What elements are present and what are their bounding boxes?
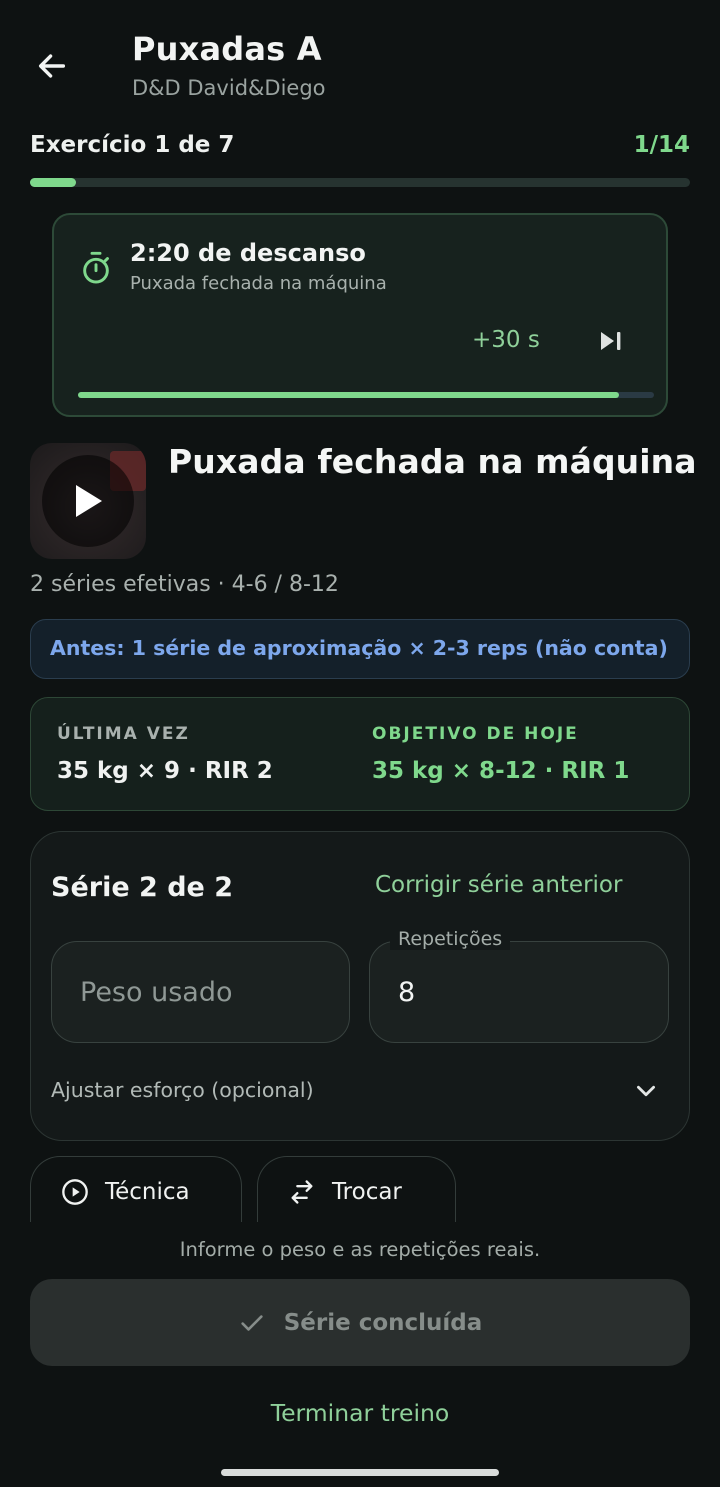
exercise-progress-label: Exercício 1 de 7 (30, 132, 235, 158)
today-goal-value: 35 kg × 8-12 · RIR 1 (372, 758, 630, 784)
rest-timer-card: 2:20 de descanso Puxada fechada na máqui… (52, 213, 668, 417)
rest-timer-progress-fill (78, 392, 620, 398)
reps-field-label: Repetições (390, 928, 511, 950)
set-done-label: Série concluída (283, 1309, 483, 1336)
fix-previous-set-button[interactable]: Corrigir série anterior (375, 872, 622, 898)
swap-horizontal-icon (291, 1179, 313, 1204)
play-icon (76, 485, 102, 517)
back-button[interactable] (26, 40, 78, 92)
comparison-card: ÚLTIMA VEZ 35 kg × 9 · RIR 2 OBJETIVO DE… (30, 697, 690, 811)
swap-exercise-button[interactable]: Trocar (257, 1156, 456, 1222)
finish-workout-button[interactable]: Terminar treino (0, 1399, 720, 1427)
weight-input[interactable] (80, 972, 330, 1012)
home-indicator[interactable] (221, 1469, 499, 1476)
skip-rest-button[interactable] (592, 323, 630, 359)
exercise-series-info: 2 séries efetivas · 4-6 / 8-12 (30, 572, 339, 597)
skip-next-icon (601, 332, 621, 350)
technique-label: Técnica (105, 1178, 190, 1205)
adjust-effort-toggle[interactable]: Ajustar esforço (opcional) (51, 1078, 314, 1102)
rest-timer-exercise: Puxada fechada na máquina (130, 273, 387, 294)
add-30s-button[interactable]: +30 s (464, 323, 548, 357)
set-done-button[interactable]: Série concluída (30, 1279, 690, 1366)
exercise-name: Puxada fechada na máquina (168, 442, 697, 481)
rest-timer-title: 2:20 de descanso (130, 239, 366, 267)
page-subtitle: D&D David&Diego (132, 76, 326, 100)
workout-progress-fill (30, 178, 77, 187)
page-title: Puxadas A (132, 30, 322, 68)
exercise-video-thumbnail[interactable] (30, 443, 146, 559)
weight-field[interactable] (51, 941, 350, 1043)
timer-icon (83, 251, 109, 284)
check-icon (241, 1314, 263, 1331)
rest-timer-progress (78, 392, 654, 398)
input-hint: Informe o peso e as repetições reais. (179, 1238, 541, 1261)
last-time-value: 35 kg × 9 · RIR 2 (57, 758, 273, 784)
reps-input[interactable] (398, 972, 648, 1012)
chevron-down-icon[interactable] (632, 1078, 660, 1104)
today-goal-label: OBJETIVO DE HOJE (372, 724, 579, 744)
warmup-note: Antes: 1 série de aproximação × 2-3 reps… (30, 619, 690, 679)
set-title: Série 2 de 2 (51, 872, 234, 903)
reps-field[interactable]: Repetições (369, 928, 669, 1043)
workout-progress-bar (30, 178, 690, 187)
arrow-left-icon (38, 54, 66, 78)
swap-label: Trocar (332, 1178, 402, 1205)
warmup-note-text: Antes: 1 série de aproximação × 2-3 reps… (50, 636, 668, 660)
technique-button[interactable]: Técnica (30, 1156, 242, 1222)
play-circle-icon (62, 1178, 88, 1205)
set-progress-count: 1/14 (633, 132, 690, 158)
last-time-label: ÚLTIMA VEZ (57, 724, 190, 744)
set-entry-card: Série 2 de 2 Corrigir série anterior Rep… (30, 831, 690, 1141)
